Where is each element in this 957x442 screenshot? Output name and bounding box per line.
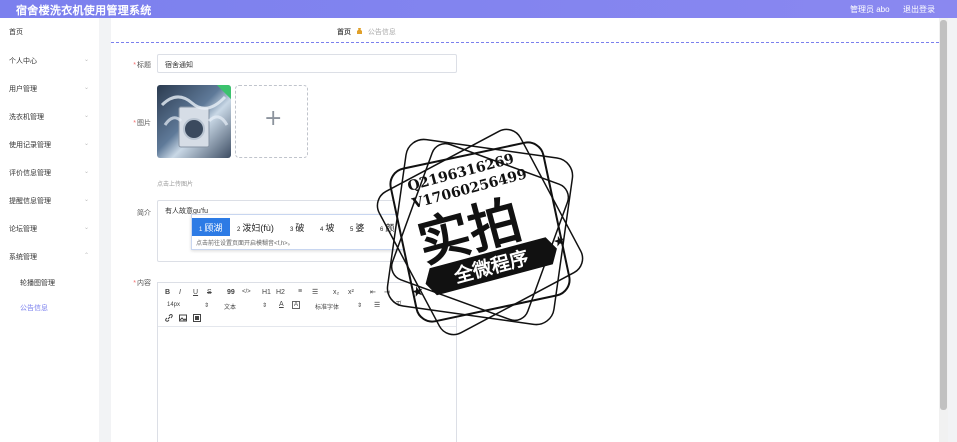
- ime-candidate[interactable]: 6颇: [380, 218, 402, 236]
- sidebar-item-system[interactable]: 系统管理: [9, 252, 37, 262]
- bag-icon: [356, 27, 363, 35]
- heading1-button[interactable]: H1: [262, 289, 271, 296]
- sidebar: 首页 个人中心 ⌄ 用户管理 ⌄ 洗衣机管理 ⌄ 使用记录管理 ⌄ 评价信息管理…: [0, 18, 99, 442]
- chevron-down-icon: ⌄: [84, 57, 90, 63]
- font-size-arrow-icon: ⇕: [204, 303, 210, 309]
- bullet-list-button[interactable]: ☰: [312, 288, 318, 296]
- breadcrumb-home[interactable]: 首页: [337, 29, 351, 36]
- upload-hint: 点击上传图片: [157, 182, 194, 188]
- sidebar-item-forum[interactable]: 论坛管理: [9, 224, 37, 234]
- strikethrough-button[interactable]: S: [207, 289, 212, 296]
- image-upload-button[interactable]: +: [235, 85, 308, 158]
- video-insert-icon[interactable]: [193, 314, 201, 324]
- font-color-button[interactable]: A: [279, 301, 284, 308]
- font-family-arrow-icon: ⇕: [357, 303, 363, 309]
- breadcrumb: 首页 公告信息: [337, 27, 396, 37]
- align-button[interactable]: ☰: [374, 301, 380, 309]
- indent-button[interactable]: ⇥: [384, 288, 390, 296]
- paragraph-arrow-icon: ⇕: [262, 303, 268, 309]
- ordered-list-button[interactable]: ≡: [298, 288, 302, 295]
- intro-label: 简介: [137, 210, 151, 217]
- ime-switch-link[interactable]: 切换: [478, 237, 490, 246]
- ime-candidate[interactable]: 1 顾湖: [192, 218, 230, 236]
- ime-candidate[interactable]: 3破: [290, 218, 312, 236]
- chevron-down-icon: ⌄: [84, 225, 90, 231]
- outdent-button[interactable]: ⇤: [370, 288, 376, 296]
- subscript-button[interactable]: x₂: [333, 289, 339, 296]
- title-input[interactable]: 宿舍通知: [157, 54, 457, 73]
- app-title: 宿舍楼洗衣机使用管理系统: [16, 5, 152, 17]
- image-label: *图片: [133, 120, 151, 127]
- chevron-down-icon: ⌄: [84, 169, 90, 175]
- sidebar-item-home[interactable]: 首页: [9, 27, 23, 37]
- sidebar-item-reminders[interactable]: 提醒信息管理: [9, 196, 51, 206]
- chevron-down-icon: ⌄: [84, 85, 90, 91]
- ime-candidate-popup: 1 顾湖 2 泼妇(fù) 3破 4坡 5婆 6颇 7魄 点击前往设置页面开启模糊音…: [191, 214, 491, 250]
- uploaded-image-thumbnail[interactable]: [157, 85, 231, 158]
- current-user: 管理员 abo: [850, 5, 890, 14]
- paragraph-select[interactable]: 文本: [224, 302, 236, 311]
- scrollbar-thumb[interactable]: [940, 20, 947, 410]
- code-block-button[interactable]: </>: [242, 289, 251, 295]
- sidebar-item-usage-records[interactable]: 使用记录管理: [9, 140, 51, 150]
- ime-tip[interactable]: 点击前往设置页面开启模糊音<f,h>。: [196, 238, 294, 247]
- superscript-button[interactable]: x²: [348, 289, 354, 296]
- bold-button[interactable]: B: [165, 289, 170, 296]
- logout-button[interactable]: 退出登录: [903, 4, 935, 15]
- sidebar-item-reviews[interactable]: 评价信息管理: [9, 168, 51, 178]
- ime-candidate[interactable]: 4坡: [320, 218, 342, 236]
- page-scrollbar[interactable]: [939, 18, 948, 442]
- italic-button[interactable]: I: [179, 289, 181, 296]
- main-panel: 首页 公告信息 *标题 宿舍通知 *图片 + 点击上传图片 简介 有人故意gu'…: [111, 18, 939, 442]
- font-family-select[interactable]: 标准字体: [315, 302, 339, 311]
- background-color-button[interactable]: A: [292, 301, 301, 309]
- chevron-up-icon: ⌃: [84, 253, 90, 259]
- sidebar-subitem-carousel[interactable]: 轮播图管理: [20, 278, 55, 288]
- chevron-down-icon: ⌄: [84, 113, 90, 119]
- divider: [111, 42, 939, 43]
- blockquote-button[interactable]: 99: [227, 289, 235, 296]
- sidebar-item-profile[interactable]: 个人中心: [9, 56, 37, 66]
- chevron-down-icon: ⌄: [84, 141, 90, 147]
- washing-machine-photo: [160, 95, 229, 148]
- ime-candidate[interactable]: 2 泼妇(fù): [237, 218, 281, 236]
- editor-toolbar: B I U S 99 </> H1 H2 ≡ ☰ x₂ x² ⇤ ⇥ 14px …: [158, 283, 456, 327]
- font-size-select[interactable]: 14px: [167, 302, 180, 308]
- sidebar-subitem-announcements[interactable]: 公告信息: [20, 303, 48, 313]
- underline-button[interactable]: U: [193, 289, 198, 296]
- top-bar: 宿舍楼洗衣机使用管理系统 管理员 abo 退出登录: [0, 0, 957, 18]
- breadcrumb-current: 公告信息: [367, 29, 396, 36]
- ime-candidate[interactable]: 7魄: [410, 218, 432, 236]
- clear-format-button[interactable]: T̸: [396, 301, 400, 308]
- rich-text-editor[interactable]: B I U S 99 </> H1 H2 ≡ ☰ x₂ x² ⇤ ⇥ 14px …: [157, 282, 457, 442]
- ime-candidate[interactable]: 5婆: [350, 218, 372, 236]
- title-label: *标题: [133, 62, 151, 69]
- sidebar-item-washers[interactable]: 洗衣机管理: [9, 112, 44, 122]
- link-icon[interactable]: [165, 314, 173, 324]
- content-label: *内容: [133, 280, 151, 287]
- sidebar-item-users[interactable]: 用户管理: [9, 84, 37, 94]
- chevron-down-icon: ⌄: [84, 197, 90, 203]
- heading2-button[interactable]: H2: [276, 289, 285, 296]
- image-insert-icon[interactable]: [179, 314, 187, 324]
- plus-icon: +: [264, 106, 283, 131]
